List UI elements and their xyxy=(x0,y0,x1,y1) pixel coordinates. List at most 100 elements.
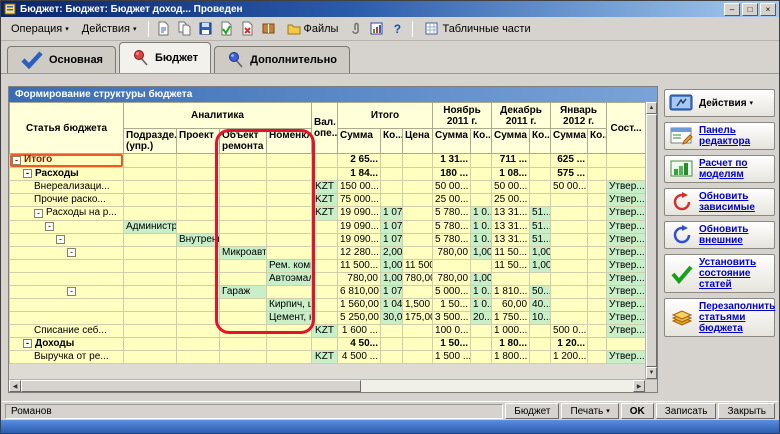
cell-jan_ko[interactable] xyxy=(588,181,607,194)
cell-nov_sum[interactable]: 780,00 xyxy=(433,246,471,259)
print-button[interactable]: Печать ▾ xyxy=(561,403,618,419)
refill-articles-button[interactable]: Перезаполнить статьями бюджета xyxy=(664,298,775,337)
cell-obj[interactable] xyxy=(220,220,267,233)
cell-nov_ko[interactable]: 1 0... xyxy=(471,285,492,298)
cell-obj[interactable] xyxy=(220,167,267,181)
scroll-down-button[interactable]: ▼ xyxy=(646,367,657,379)
cell-it_sum[interactable]: 1 560,00 xyxy=(338,298,381,311)
column-header-summa[interactable]: Сумма xyxy=(338,129,381,154)
column-header-kolichestvo[interactable]: Ко... xyxy=(471,129,492,154)
cell-it_cena[interactable] xyxy=(403,285,433,298)
cell-it_cena[interactable] xyxy=(403,167,433,181)
cell-dec_ko[interactable] xyxy=(530,337,551,351)
horizontal-scroll-track[interactable] xyxy=(361,380,633,392)
cell-nomen[interactable] xyxy=(267,154,312,168)
cell-obj[interactable] xyxy=(220,233,267,246)
cell-jan_ko[interactable] xyxy=(588,311,607,324)
cell-proekt[interactable] xyxy=(177,311,220,324)
cell-it_sum[interactable]: 12 280... xyxy=(338,246,381,259)
column-header-summa[interactable]: Сумма xyxy=(551,129,588,154)
cell-nov_ko[interactable] xyxy=(471,324,492,337)
cell-jan_sum[interactable]: 50 00... xyxy=(551,181,588,194)
cell-it_ko[interactable]: 1 07... xyxy=(381,220,403,233)
cell-jan_sum[interactable] xyxy=(551,285,588,298)
cell-jan_ko[interactable] xyxy=(588,207,607,221)
cell-nov_ko[interactable] xyxy=(471,337,492,351)
ok-button[interactable]: OK xyxy=(621,403,654,419)
cell-it_sum[interactable]: 2 65... xyxy=(338,154,381,168)
cell-jan_sum[interactable] xyxy=(551,259,588,272)
post-document-icon[interactable] xyxy=(217,19,237,39)
cell-val[interactable] xyxy=(312,298,338,311)
attachment-icon[interactable] xyxy=(345,19,365,39)
cell-nov_ko[interactable] xyxy=(471,167,492,181)
unpost-document-icon[interactable] xyxy=(238,19,258,39)
cell-val[interactable]: KZT xyxy=(312,194,338,207)
cell-proekt[interactable] xyxy=(177,207,220,221)
column-header-valyuta[interactable]: Вал. опе... xyxy=(312,103,338,154)
cell-dec_ko[interactable]: 40... xyxy=(530,298,551,311)
cell-statya[interactable] xyxy=(10,298,124,311)
cell-statya[interactable] xyxy=(10,272,124,285)
actions-menu-button[interactable]: Действия ▾ xyxy=(76,20,143,38)
tab-osnovnaya[interactable]: Основная xyxy=(7,46,116,73)
cell-nov_ko[interactable] xyxy=(471,194,492,207)
cell-jan_ko[interactable] xyxy=(588,233,607,246)
cell-statya[interactable]: -Расходы на р... xyxy=(10,207,124,221)
cell-podrazd[interactable]: Администрац... xyxy=(124,220,177,233)
cell-val[interactable]: KZT xyxy=(312,351,338,364)
horizontal-scrollbar[interactable]: ◀ ▶ xyxy=(9,379,657,392)
cell-proekt[interactable] xyxy=(177,285,220,298)
cell-nomen[interactable] xyxy=(267,233,312,246)
cell-nov_ko[interactable] xyxy=(471,259,492,272)
cell-nomen[interactable] xyxy=(267,285,312,298)
cell-jan_sum[interactable] xyxy=(551,233,588,246)
cell-dec_sum[interactable]: 11 50... xyxy=(492,246,530,259)
cell-statya[interactable]: - xyxy=(10,246,124,259)
cell-dec_sum[interactable]: 1 80... xyxy=(492,337,530,351)
operation-menu-button[interactable]: Операция ▾ xyxy=(5,20,75,38)
cell-sost[interactable]: Утвер... xyxy=(607,181,645,194)
cell-podrazd[interactable] xyxy=(124,285,177,298)
cell-it_ko[interactable]: 1 07... xyxy=(381,233,403,246)
cell-it_ko[interactable] xyxy=(381,181,403,194)
cell-dec_ko[interactable] xyxy=(530,272,551,285)
scroll-left-button[interactable]: ◀ xyxy=(9,380,21,392)
cell-val[interactable] xyxy=(312,272,338,285)
vertical-scroll-thumb[interactable] xyxy=(646,114,657,367)
tree-collapse-icon[interactable]: - xyxy=(56,235,65,244)
cell-dec_ko[interactable] xyxy=(530,194,551,207)
cell-it_cena[interactable] xyxy=(403,207,433,221)
cell-nov_sum[interactable]: 3 500... xyxy=(433,311,471,324)
cell-it_ko[interactable] xyxy=(381,154,403,168)
cell-sost[interactable]: Утвер... xyxy=(607,351,645,364)
cell-proekt[interactable] xyxy=(177,298,220,311)
cell-val[interactable] xyxy=(312,246,338,259)
save-button[interactable]: Записать xyxy=(656,403,717,419)
cell-statya[interactable]: -Расходы xyxy=(10,167,124,181)
cell-dec_ko[interactable] xyxy=(530,351,551,364)
cell-obj[interactable] xyxy=(220,181,267,194)
cell-proekt[interactable] xyxy=(177,220,220,233)
cell-dec_sum[interactable]: 1 08... xyxy=(492,167,530,181)
cell-nov_sum[interactable]: 780,00 xyxy=(433,272,471,285)
cell-podrazd[interactable] xyxy=(124,324,177,337)
cell-dec_ko[interactable] xyxy=(530,167,551,181)
cell-it_cena[interactable]: 780,000 xyxy=(403,272,433,285)
horizontal-scroll-thumb[interactable] xyxy=(21,380,361,392)
cell-nomen[interactable] xyxy=(267,194,312,207)
cell-jan_ko[interactable] xyxy=(588,298,607,311)
cell-it_ko[interactable] xyxy=(381,324,403,337)
files-button[interactable]: Файлы xyxy=(280,18,345,39)
cell-val[interactable]: KZT xyxy=(312,181,338,194)
cell-podrazd[interactable] xyxy=(124,233,177,246)
cell-it_sum[interactable]: 19 090... xyxy=(338,233,381,246)
cell-nov_ko[interactable]: 1 0... xyxy=(471,298,492,311)
cell-jan_sum[interactable]: 625 ... xyxy=(551,154,588,168)
movements-ledger-icon[interactable] xyxy=(259,19,279,39)
cell-it_ko[interactable]: 30,0... xyxy=(381,311,403,324)
cell-jan_ko[interactable] xyxy=(588,220,607,233)
cell-sost[interactable]: Утвер... xyxy=(607,298,645,311)
cell-jan_sum[interactable] xyxy=(551,272,588,285)
cell-nov_ko[interactable]: 1 0... xyxy=(471,207,492,221)
